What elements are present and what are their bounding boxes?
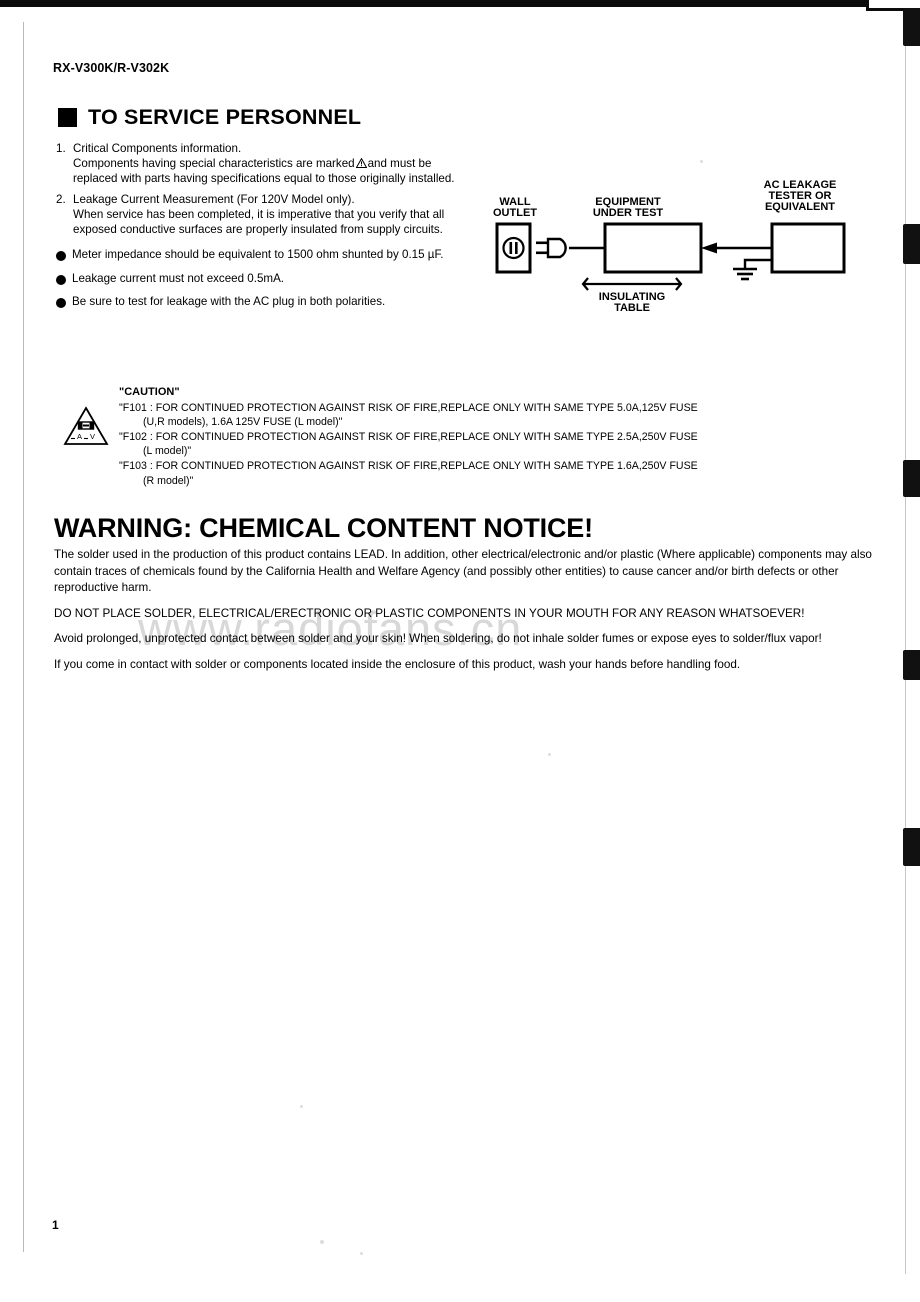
numbered-item-1: 1. Critical Components information. Comp… (56, 142, 468, 186)
diagram-connection-arrow (701, 242, 772, 254)
section-heading-to-service-personnel: TO SERVICE PERSONNEL (58, 105, 361, 130)
item-body: Leakage Current Measurement (For 120V Mo… (73, 193, 468, 237)
warning-paragraph: The solder used in the production of thi… (54, 548, 872, 595)
item-number: 2. (56, 193, 66, 207)
fuse-spec-f101-line2: (U,R models), 1.6A 125V FUSE (L model)" (143, 416, 343, 429)
item-line-2-before-symbol: Components having special characteristic… (73, 156, 355, 170)
fuse-spec-f103-line1: "F103 : FOR CONTINUED PROTECTION AGAINST… (119, 459, 698, 472)
diagram-tester-box (770, 222, 846, 274)
scan-edge-tab-mark (903, 460, 920, 497)
diagram-outlet-slot-right (515, 242, 518, 254)
section-heading-label: TO SERVICE PERSONNEL (88, 105, 362, 129)
bullet-item: Be sure to test for leakage with the AC … (56, 295, 468, 310)
caution-text-body: "CAUTION" "F101 : FOR CONTINUED PROTECTI… (119, 385, 872, 488)
round-bullet-icon (56, 272, 72, 287)
fuse-spec-f103-line2: (R model)" (143, 474, 194, 487)
warning-paragraph: DO NOT PLACE SOLDER, ELECTRICAL/ERECTRON… (54, 606, 805, 620)
bullet-item: Meter impedance should be equivalent to … (56, 248, 468, 263)
scan-edge-tab-mark (903, 224, 920, 264)
scan-speckle (320, 1240, 324, 1244)
fuse-spec-f101-line1: "F101 : FOR CONTINUED PROTECTION AGAINST… (119, 401, 698, 414)
item-number: 1. (56, 142, 66, 155)
diagram-outlet-face (502, 236, 525, 260)
item-body: Critical Components information. Compone… (73, 142, 468, 186)
bullet-text: Be sure to test for leakage with the AC … (72, 295, 386, 309)
warning-paragraph: If you come in contact with solder or co… (54, 657, 741, 671)
model-number-header: RX-V300K/R-V302K (53, 61, 170, 75)
svg-text:A: A (77, 432, 82, 441)
scan-edge-left-rule (23, 22, 24, 1252)
diagram-label-equipment-line2: UNDER TEST (593, 207, 664, 219)
page-number: 1 (52, 1218, 59, 1232)
leakage-test-circuit-diagram: WALL OUTLET EQUIPMENT UNDER TEST AC LEAK… (470, 172, 870, 330)
scan-edge-tab-mark (903, 650, 920, 680)
scan-edge-top-bar (0, 0, 870, 7)
diagram-label-wall-outlet-line2: OUTLET (493, 207, 537, 219)
scan-edge-tab-mark (903, 8, 920, 46)
numbered-item-2: 2. Leakage Current Measurement (For 120V… (56, 193, 468, 237)
warning-triangle-icon (355, 157, 367, 168)
scan-speckle (700, 160, 703, 163)
fuse-warning-triangle-icon: A V (62, 405, 110, 447)
bullet-text: Leakage current must not exceed 0.5mA. (72, 271, 285, 285)
diagram-equipment-box (603, 222, 703, 274)
diagram-label-tester-line3: EQUIVALENT (765, 201, 835, 213)
scan-speckle (360, 1252, 363, 1255)
diagram-label-insulating-line2: TABLE (614, 302, 650, 314)
scan-edge-tab-mark (903, 828, 920, 866)
square-bullet-icon (58, 108, 77, 127)
caution-title: "CAUTION" (119, 386, 180, 398)
scan-speckle (300, 1105, 303, 1108)
diagram-ground-symbol (733, 258, 772, 281)
warning-heading: WARNING: CHEMICAL CONTENT NOTICE! (54, 513, 593, 543)
diagram-insulating-table-brace (581, 277, 683, 291)
bullet-text: Meter impedance should be equivalent to … (72, 247, 444, 261)
item-line-1: Leakage Current Measurement (For 120V Mo… (73, 193, 355, 207)
service-instructions-column: 1. Critical Components information. Comp… (56, 142, 468, 319)
round-bullet-icon (56, 248, 72, 263)
item-line-1: Critical Components information. (73, 142, 242, 155)
document-page: RX-V300K/R-V302K TO SERVICE PERSONNEL 1.… (0, 0, 920, 1302)
fuse-spec-f102-line1: "F102 : FOR CONTINUED PROTECTION AGAINST… (119, 430, 698, 443)
warning-paragraph: Avoid prolonged, unprotected contact bet… (54, 632, 822, 646)
scan-edge-right-rule (905, 14, 906, 1274)
caution-block: A V "CAUTION" "F101 : FOR CONTINUED PROT… (62, 385, 872, 488)
bullet-item: Leakage current must not exceed 0.5mA. (56, 272, 468, 287)
item-line-2: When service has been completed, it is i… (73, 208, 445, 236)
fuse-spec-f102-line2: (L model)" (143, 445, 192, 458)
warning-body: The solder used in the production of thi… (54, 547, 874, 683)
svg-text:V: V (90, 432, 95, 441)
round-bullet-icon (56, 295, 72, 310)
diagram-outlet-slot-left (509, 242, 513, 254)
scan-speckle (548, 753, 551, 756)
diagram-ac-plug (536, 237, 605, 259)
